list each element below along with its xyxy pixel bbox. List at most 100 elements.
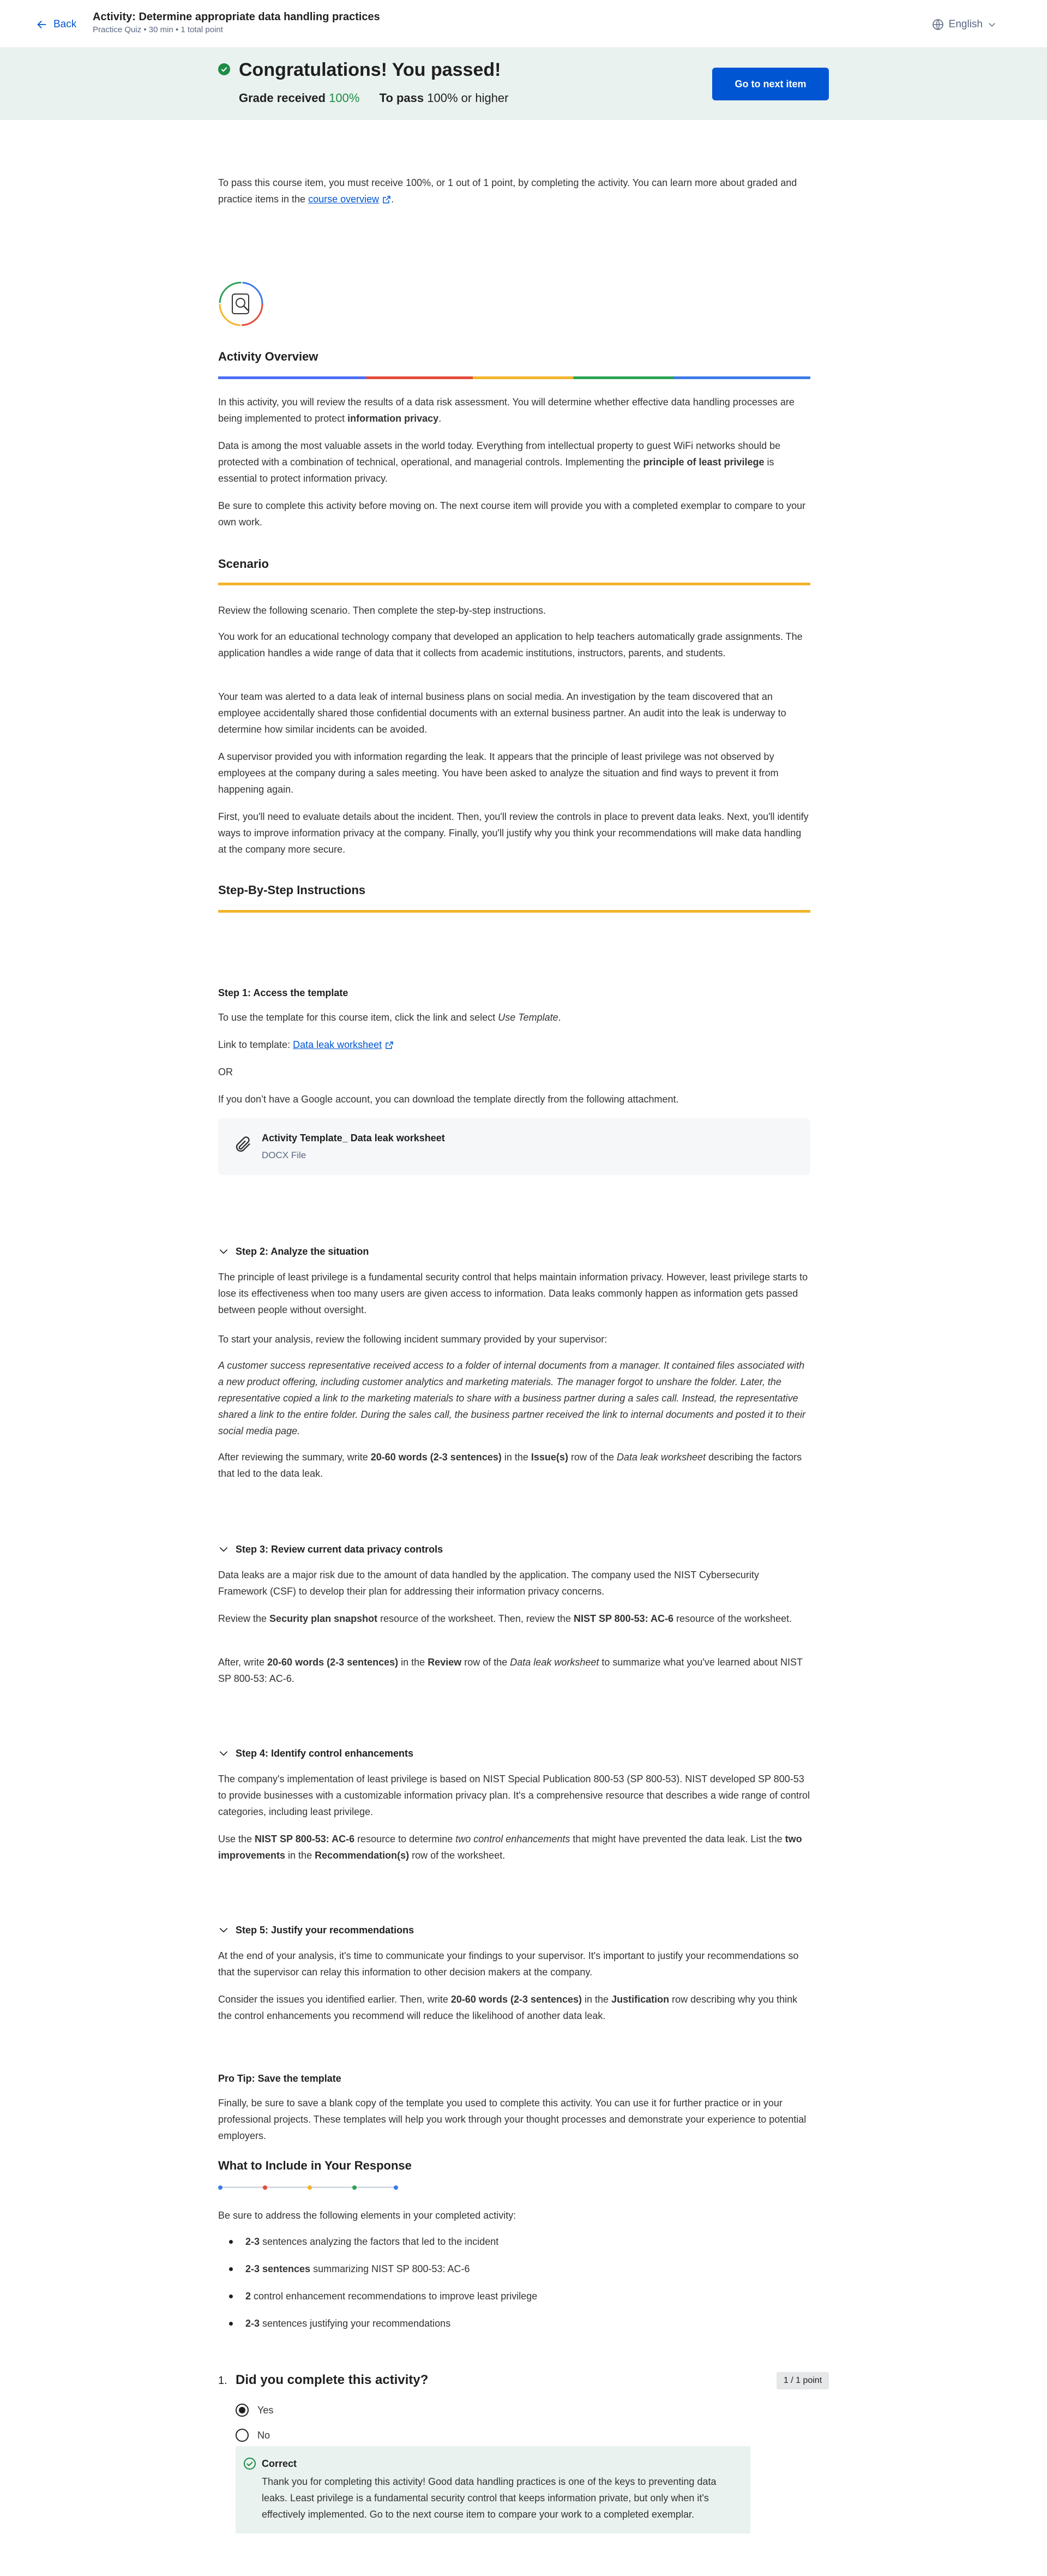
grade-label: Grade received (239, 91, 326, 105)
chevron-down-icon (219, 1547, 228, 1552)
step5-p2-c: in the (582, 1994, 612, 2005)
step3-p2-e: resource of the worksheet. (673, 1613, 792, 1624)
list-item-bold: 2-3 (245, 2236, 260, 2247)
step4-header[interactable]: Step 4: Identify control enhancements (218, 1746, 810, 1762)
check-circle-icon (218, 63, 230, 75)
pass-value: 100% or higher (427, 91, 509, 105)
feedback-text: Thank you for completing this activity! … (262, 2476, 717, 2520)
step5-header[interactable]: Step 5: Justify your recommendations (218, 1922, 810, 1938)
question-text: Did you complete this activity? (236, 2373, 429, 2387)
step5-p2-a: Consider the issues you identified earli… (218, 1994, 451, 2005)
instructions-heading: Step-By-Step Instructions (218, 883, 366, 897)
include-intro: Be sure to address the following element… (218, 2210, 516, 2221)
step1-p1-italic: Use Template (498, 1012, 558, 1023)
step4-p2-i: row of the worksheet. (409, 1850, 506, 1861)
step3-p3-b: 20-60 words (2-3 sentences) (267, 1657, 399, 1668)
question-number: 1. (218, 2375, 227, 2387)
next-item-button[interactable]: Go to next item (712, 68, 829, 100)
pass-title: Congratulations! You passed! (239, 59, 501, 80)
intro-text: To pass this course item, you must recei… (218, 175, 810, 207)
overview-p3: Be sure to complete this activity before… (218, 500, 806, 528)
option-label: Yes (257, 2405, 274, 2416)
overview-p2: Data is among the most valuable assets i… (218, 438, 810, 487)
step2-p3: After reviewing the summary, write 20-60… (218, 1449, 810, 1482)
back-button[interactable]: Back (36, 16, 76, 33)
step2-p3-f: Data leak worksheet (616, 1452, 706, 1463)
step2-quote: A customer success representative receiv… (218, 1360, 805, 1436)
step1-p1: To use the template for this course item… (218, 1009, 810, 1026)
overview-p1-end: . (438, 413, 442, 424)
option-yes[interactable]: Yes (236, 2403, 273, 2418)
list-item-text: sentences analyzing the factors that led… (260, 2236, 499, 2247)
item-meta: Practice Quiz • 30 min • 1 total point (93, 25, 223, 34)
feedback-box: Correct Thank you for completing this ac… (236, 2446, 750, 2533)
step4-p2: Use the NIST SP 800-53: AC-6 resource to… (218, 1831, 810, 1864)
feedback-title: Correct (262, 2458, 297, 2469)
step3-p2-c: resource of the worksheet. Then, review … (377, 1613, 574, 1624)
activity-icon (218, 281, 264, 327)
list-item: 2 control enhancement recommendations to… (218, 2288, 810, 2304)
pass-label: To pass (379, 91, 424, 105)
step5-p2-d: Justification (611, 1994, 670, 2005)
step2-title: Step 2: Analyze the situation (236, 1246, 369, 1257)
step3-header[interactable]: Step 3: Review current data privacy cont… (218, 1542, 810, 1557)
scenario-p4: A supervisor provided you with informati… (218, 751, 779, 795)
step2-p3-c: in the (501, 1452, 531, 1463)
list-item: 2-3 sentences summarizing NIST SP 800-53… (218, 2261, 810, 2277)
step5-p1: At the end of your analysis, it's time t… (218, 1950, 799, 1978)
item-title: Activity: Determine appropriate data han… (93, 11, 380, 23)
arrow-left-icon (37, 21, 46, 29)
attachment-type: DOCX File (262, 1150, 306, 1160)
protip-title: Pro Tip: Save the template (218, 2073, 341, 2084)
overview-heading: Activity Overview (218, 350, 318, 363)
step2-p3-b: 20-60 words (2-3 sentences) (370, 1452, 502, 1463)
option-no[interactable]: No (236, 2428, 270, 2443)
points-badge: 1 / 1 point (777, 2372, 829, 2389)
chevron-down-icon (989, 23, 995, 27)
instructions-divider (218, 910, 810, 913)
scenario-heading: Scenario (218, 557, 269, 571)
step3-p3-a: After, write (218, 1657, 268, 1668)
list-item-text: control enhancement recommendations to i… (251, 2291, 538, 2302)
step3-p3-f: Data leak worksheet (510, 1657, 599, 1668)
radio-unselected[interactable] (236, 2429, 249, 2442)
scenario-p1: Review the following scenario. Then comp… (218, 605, 546, 616)
data-leak-worksheet-link[interactable]: Data leak worksheet (293, 1039, 382, 1050)
step3-p3: After, write 20-60 words (2-3 sentences)… (218, 1654, 810, 1687)
step1-p2: If you don’t have a Google account, you … (218, 1094, 679, 1105)
step3-p2-d: NIST SP 800-53: AC-6 (573, 1613, 674, 1624)
language-selector[interactable]: English (931, 16, 997, 33)
chevron-down-icon (219, 1928, 228, 1933)
include-list-wrap: 2-3 sentences analyzing the factors that… (218, 2233, 810, 2343)
grade-summary: Grade received 100% To pass 100% or high… (239, 88, 509, 107)
step4-p2-g: in the (285, 1850, 315, 1861)
attachment-name: Activity Template_ Data leak worksheet (262, 1133, 445, 1143)
step3-p2-b: Security plan snapshot (269, 1613, 378, 1624)
course-overview-link[interactable]: course overview (308, 194, 379, 205)
paperclip-icon (236, 1136, 250, 1152)
include-list: 2-3 sentences analyzing the factors that… (218, 2233, 810, 2332)
overview-p1-text: In this activity, you will review the re… (218, 397, 795, 424)
grade-value: 100% (329, 91, 360, 105)
protip-p1: Finally, be sure to save a blank copy of… (218, 2098, 807, 2141)
list-item-bold: 2-3 (245, 2318, 260, 2329)
step4-p2-d: two control enhancements (455, 1834, 570, 1844)
attachment-card[interactable]: Activity Template_ Data leak worksheet D… (218, 1118, 810, 1175)
step3-title: Step 3: Review current data privacy cont… (236, 1544, 443, 1555)
step3-p2: Review the Security plan snapshot resour… (218, 1610, 810, 1627)
step1-or: OR (218, 1067, 233, 1077)
step4-p2-c: resource to determine (354, 1834, 456, 1844)
top-bar: Back Activity: Determine appropriate dat… (0, 0, 1047, 48)
step1-p1-text: To use the template for this course item… (218, 1012, 498, 1023)
external-link-icon (386, 1041, 393, 1049)
radio-selected[interactable] (236, 2404, 249, 2417)
step2-p3-e: row of the (568, 1452, 617, 1463)
step2-p2: To start your analysis, review the follo… (218, 1334, 607, 1345)
step3-p1: Data leaks are a major risk due to the a… (218, 1569, 759, 1597)
step4-p2-b: NIST SP 800-53: AC-6 (255, 1834, 355, 1844)
step2-header[interactable]: Step 2: Analyze the situation (218, 1244, 810, 1260)
step5-p2-b: 20-60 words (2-3 sentences) (450, 1994, 582, 2005)
list-item-bold: 2 (245, 2291, 251, 2302)
overview-divider (218, 376, 810, 379)
step1-p1-end: . (558, 1012, 561, 1023)
